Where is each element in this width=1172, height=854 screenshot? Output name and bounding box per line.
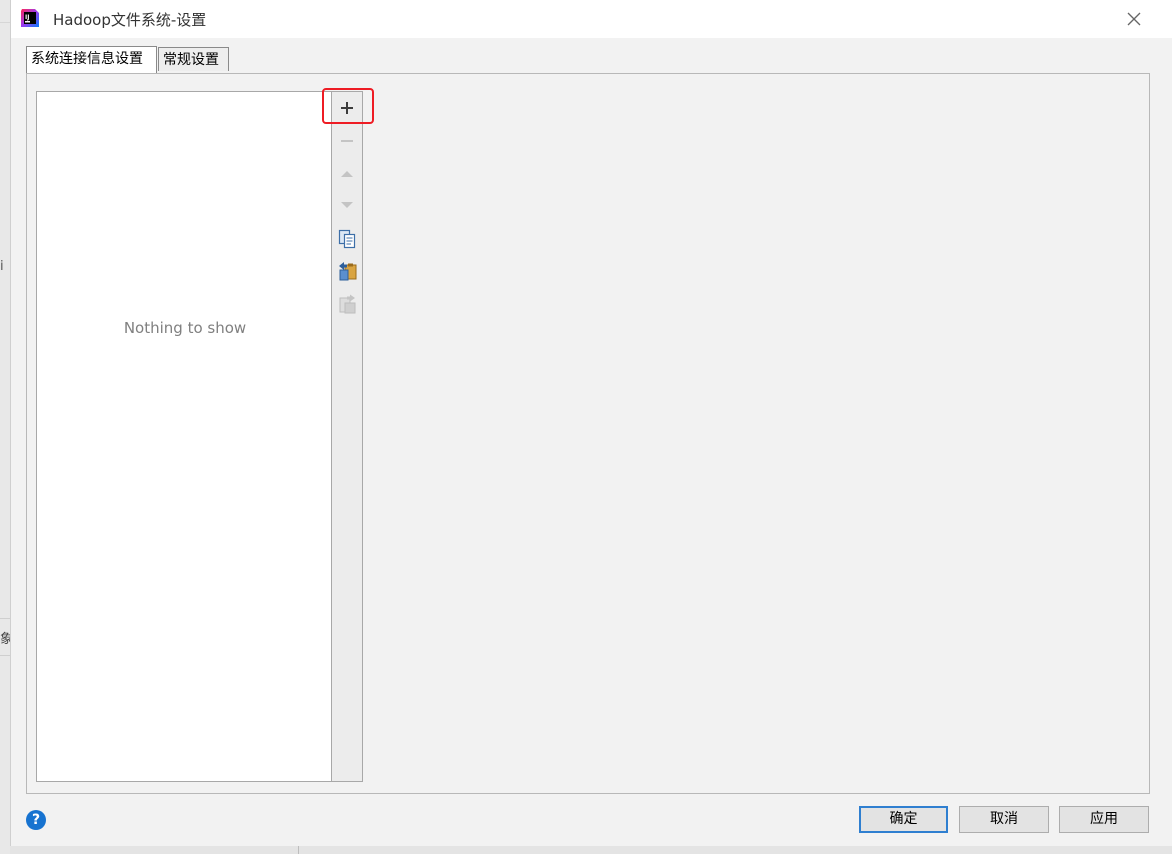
- settings-dialog: IJ Hadoop文件系统-设置 系统连接信息设置 常规设置 Nothing t…: [10, 0, 1172, 846]
- intellij-idea-icon: IJ: [20, 8, 40, 28]
- background-divider: [298, 846, 299, 854]
- tab-connection-settings[interactable]: 系统连接信息设置: [26, 46, 157, 73]
- background-text: i: [0, 259, 4, 274]
- cancel-button[interactable]: 取消: [959, 806, 1049, 833]
- help-button[interactable]: ?: [26, 810, 46, 830]
- minus-icon: [341, 140, 353, 142]
- help-icon: ?: [31, 812, 41, 828]
- svg-text:IJ: IJ: [25, 14, 29, 21]
- remove-button[interactable]: [332, 127, 362, 155]
- move-up-icon: [341, 171, 353, 177]
- background-app-bottom: [10, 846, 1172, 854]
- apply-button[interactable]: 应用: [1059, 806, 1149, 833]
- dialog-title: Hadoop文件系统-设置: [53, 11, 207, 29]
- background-divider: [0, 22, 10, 23]
- connections-list[interactable]: Nothing to show: [36, 91, 332, 782]
- tab-general-settings[interactable]: 常规设置: [158, 47, 229, 71]
- empty-list-text: Nothing to show: [123, 319, 247, 337]
- tab-label: 系统连接信息设置: [31, 51, 143, 67]
- export-icon: [339, 294, 356, 314]
- list-toolbar: [331, 91, 363, 782]
- copy-icon: [338, 229, 356, 249]
- title-bar: IJ Hadoop文件系统-设置: [11, 0, 1172, 38]
- background-divider: [0, 655, 10, 656]
- copy-button[interactable]: [332, 225, 362, 253]
- tab-label: 常规设置: [163, 52, 219, 68]
- close-button[interactable]: [1121, 6, 1147, 32]
- move-down-button[interactable]: [332, 191, 362, 219]
- background-divider: [0, 618, 10, 619]
- ok-button[interactable]: 确定: [859, 806, 948, 833]
- move-down-icon: [341, 202, 353, 208]
- export-button[interactable]: [332, 290, 362, 318]
- import-icon: [339, 262, 357, 281]
- move-up-button[interactable]: [332, 160, 362, 188]
- import-button[interactable]: [332, 257, 362, 285]
- close-icon: [1127, 12, 1141, 26]
- add-button-highlight: [322, 88, 374, 124]
